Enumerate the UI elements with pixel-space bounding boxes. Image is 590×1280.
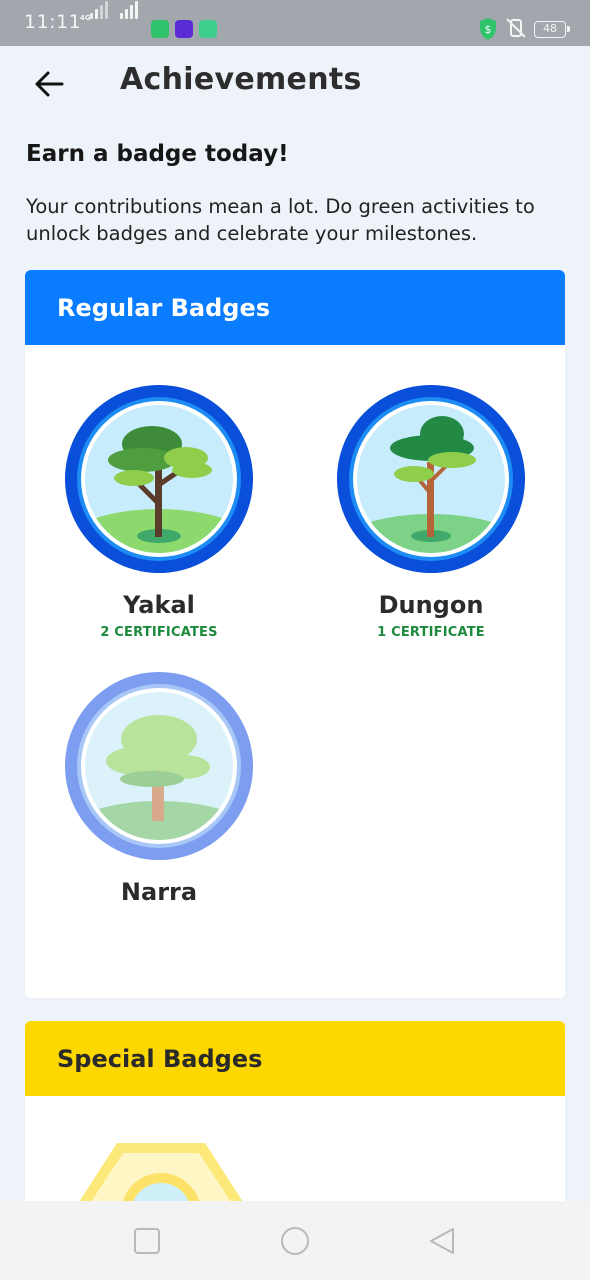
svg-text:$: $ — [485, 23, 492, 36]
intro-description: Your contributions mean a lot. Do green … — [26, 195, 535, 245]
dungon-tree-icon — [337, 385, 525, 573]
achievements-screen: 11:11 4G $ 48 Achievements Earn a badge … — [0, 0, 590, 1280]
back-icon[interactable] — [427, 1225, 459, 1257]
regular-badges-title: Regular Badges — [57, 293, 271, 322]
back-button[interactable] — [28, 64, 68, 104]
page-title: Achievements — [120, 62, 362, 97]
shield-icon: $ — [480, 18, 496, 40]
badge-narra[interactable]: Narra — [49, 671, 269, 906]
home-icon[interactable] — [279, 1225, 311, 1257]
shopping-app-icon — [175, 20, 193, 38]
badge-certificate-count: 2 CERTIFICATES — [100, 625, 218, 640]
regular-badges-header: Regular Badges — [25, 270, 565, 345]
mute-icon — [506, 18, 526, 38]
regular-badges-card: Regular Badges Yakal 2 CERTIFICATES Dung… — [25, 270, 565, 998]
special-badges-title: Special Badges — [57, 1044, 263, 1073]
badge-name: Dungon — [378, 591, 484, 619]
status-bar: 11:11 4G $ 48 — [0, 0, 590, 46]
badge-dungon[interactable]: Dungon 1 CERTIFICATE — [321, 384, 541, 640]
battery-icon: 48 — [534, 21, 570, 38]
system-nav-bar — [0, 1201, 590, 1280]
badge-name: Narra — [120, 878, 198, 906]
badge-yakal[interactable]: Yakal 2 CERTIFICATES — [49, 384, 269, 640]
browser-app-icon — [199, 20, 217, 38]
intro-heading: Earn a badge today! — [26, 141, 289, 167]
recent-apps-icon[interactable] — [131, 1225, 163, 1257]
chat-app-icon — [151, 20, 169, 38]
narra-tree-icon — [65, 672, 253, 860]
badge-certificate-count: 1 CERTIFICATE — [377, 625, 485, 640]
badge-name: Yakal — [123, 591, 195, 619]
special-badges-header: Special Badges — [25, 1021, 565, 1096]
yakal-tree-icon — [65, 385, 253, 573]
arrow-left-icon — [35, 71, 64, 97]
status-time: 11:11 — [24, 11, 82, 33]
